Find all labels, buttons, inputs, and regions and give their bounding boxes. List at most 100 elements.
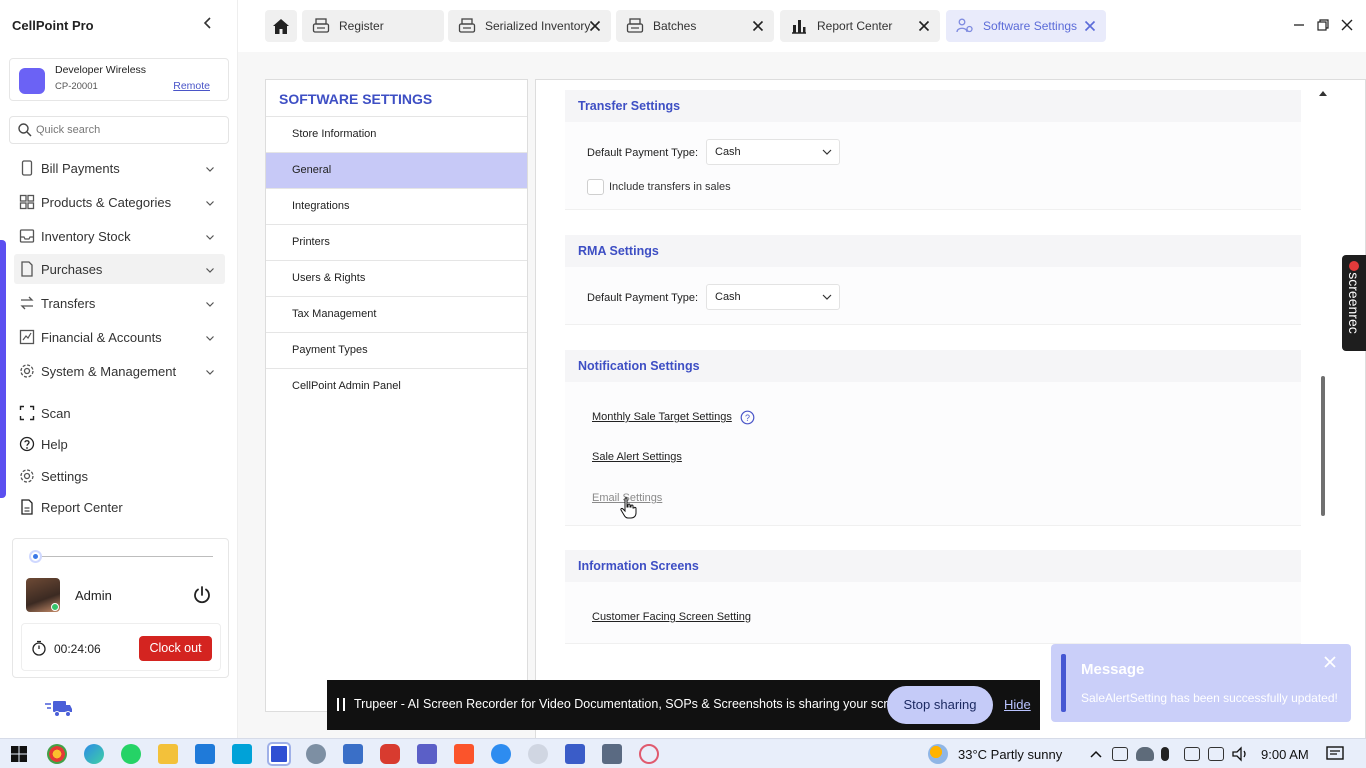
sidebar-item-inventory-stock[interactable]: Inventory Stock <box>14 221 225 251</box>
sidebar-item-products-categories[interactable]: Products & Categories <box>14 187 225 217</box>
tab-report-center[interactable]: Report Center <box>780 10 940 42</box>
restore-icon[interactable] <box>1316 18 1330 32</box>
section-header: Notification Settings <box>565 350 1301 382</box>
rma-payment-type-select[interactable]: Cash <box>706 284 840 310</box>
cloud-icon[interactable] <box>1136 747 1154 761</box>
settings-menu-item-general[interactable]: General <box>266 152 527 188</box>
edge-icon[interactable] <box>84 744 104 764</box>
app-icon[interactable] <box>380 744 400 764</box>
sidebar-item-help[interactable]: Help <box>14 429 225 459</box>
settings-menu-item-store-information[interactable]: Store Information <box>266 116 527 152</box>
windows-start-icon[interactable] <box>9 744 29 764</box>
chevron-down-icon <box>205 331 215 341</box>
settings-menu-title: SOFTWARE SETTINGS <box>279 91 433 107</box>
close-window-icon[interactable] <box>1340 18 1354 32</box>
tray-icon[interactable] <box>1184 747 1200 761</box>
home-tab[interactable] <box>265 10 297 42</box>
calculator-icon[interactable] <box>602 744 622 764</box>
monthly-sale-target-link[interactable]: Monthly Sale Target Settings <box>592 411 732 423</box>
app-icon[interactable] <box>491 744 511 764</box>
brave-icon[interactable] <box>454 744 474 764</box>
tab-register[interactable]: Register <box>302 10 444 42</box>
power-icon[interactable] <box>191 584 213 606</box>
whatsapp-icon[interactable] <box>121 744 141 764</box>
include-transfers-label: Include transfers in sales <box>609 181 731 193</box>
report-icon <box>18 498 36 516</box>
scrollbar-thumb[interactable] <box>1321 376 1325 516</box>
sidebar-item-settings[interactable]: Settings <box>14 461 225 491</box>
teams-icon[interactable] <box>417 744 437 764</box>
settings-menu-item-cellpoint-admin-panel[interactable]: CellPoint Admin Panel <box>266 368 527 404</box>
sidebar-item-label: Financial & Accounts <box>41 329 162 345</box>
clock-out-button[interactable]: Clock out <box>139 636 212 661</box>
app-icon[interactable] <box>232 744 252 764</box>
sidebar-item-system-management[interactable]: System & Management <box>14 356 225 386</box>
collapse-sidebar-button[interactable] <box>200 16 216 34</box>
app-icon[interactable] <box>343 744 363 764</box>
slider-track[interactable] <box>31 556 213 557</box>
pause-icon[interactable] <box>337 698 345 711</box>
close-tab-icon[interactable] <box>1084 20 1096 32</box>
sidebar-item-report-center[interactable]: Report Center <box>14 492 225 522</box>
sidebar-item-bill-payments[interactable]: Bill Payments <box>14 153 225 183</box>
hide-banner-link[interactable]: Hide <box>1004 697 1031 712</box>
chrome-icon[interactable] <box>47 744 67 764</box>
sale-alert-settings-link[interactable]: Sale Alert Settings <box>592 451 682 463</box>
chevron-up-icon[interactable] <box>1086 744 1106 764</box>
store-card[interactable]: Developer Wireless CP-20001 Remote <box>9 58 229 101</box>
sidebar-item-transfers[interactable]: Transfers <box>14 288 225 318</box>
sidebar-item-financial-accounts[interactable]: Financial & Accounts <box>14 322 225 352</box>
close-tab-icon[interactable] <box>752 20 764 32</box>
tab-label: Report Center <box>817 19 893 33</box>
app-icon[interactable] <box>565 744 585 764</box>
delivery-truck-icon[interactable] <box>43 698 73 720</box>
section-body: Default Payment Type: Cash <box>565 267 1301 325</box>
notifications-icon[interactable] <box>1325 744 1345 764</box>
tab-software-settings[interactable]: Software Settings <box>946 10 1106 42</box>
user-name: Admin <box>75 588 112 603</box>
question-circle-icon[interactable]: ? <box>740 410 755 425</box>
settings-menu-item-payment-types[interactable]: Payment Types <box>266 332 527 368</box>
app-icon[interactable] <box>306 744 326 764</box>
tab-batches[interactable]: Batches <box>616 10 774 42</box>
weather-text[interactable]: 33°C Partly sunny <box>958 747 1062 762</box>
transfer-payment-type-select[interactable]: Cash <box>706 139 840 165</box>
microphone-icon[interactable] <box>1161 747 1169 761</box>
store-app-icon[interactable] <box>195 744 215 764</box>
settings-menu-item-tax-management[interactable]: Tax Management <box>266 296 527 332</box>
sidebar-item-label: Help <box>41 436 68 452</box>
chevron-down-icon <box>822 294 832 300</box>
weather-icon[interactable] <box>928 744 948 764</box>
include-transfers-checkbox[interactable] <box>587 179 604 195</box>
close-tab-icon[interactable] <box>918 20 930 32</box>
settings-menu-item-printers[interactable]: Printers <box>266 224 527 260</box>
chevron-left-icon <box>203 17 211 29</box>
speaker-icon[interactable] <box>1230 744 1250 764</box>
hand-cursor-icon <box>620 497 637 519</box>
sidebar-item-scan[interactable]: Scan <box>14 398 225 428</box>
network-icon[interactable] <box>1208 747 1224 761</box>
document-icon <box>18 260 36 278</box>
settings-menu-item-users-rights[interactable]: Users & Rights <box>266 260 527 296</box>
toast-notification: Message SaleAlertSetting has been succes… <box>1051 644 1351 722</box>
app-icon[interactable] <box>528 744 548 764</box>
minimize-icon[interactable] <box>1292 18 1306 32</box>
remote-link[interactable]: Remote <box>173 80 210 92</box>
loading-icon[interactable] <box>639 744 659 764</box>
settings-menu-item-integrations[interactable]: Integrations <box>266 188 527 224</box>
quick-search[interactable] <box>9 116 229 144</box>
customer-facing-screen-link[interactable]: Customer Facing Screen Setting <box>592 611 751 623</box>
scroll-up-icon[interactable] <box>1318 89 1328 97</box>
screenrec-widget[interactable]: screenrec <box>1342 255 1366 351</box>
cellpoint-app-icon[interactable] <box>269 744 289 764</box>
clock-time[interactable]: 9:00 AM <box>1261 747 1309 762</box>
tab-serialized-inventory[interactable]: Serialized Inventory <box>448 10 611 42</box>
sidebar-item-purchases[interactable]: Purchases <box>14 254 225 284</box>
file-explorer-icon[interactable] <box>158 744 178 764</box>
tray-icon[interactable] <box>1112 747 1128 761</box>
close-tab-icon[interactable] <box>589 20 601 32</box>
search-input[interactable] <box>36 121 221 139</box>
close-icon[interactable] <box>1324 656 1336 668</box>
slider-knob[interactable] <box>29 550 42 563</box>
stop-sharing-button[interactable]: Stop sharing <box>887 686 993 724</box>
